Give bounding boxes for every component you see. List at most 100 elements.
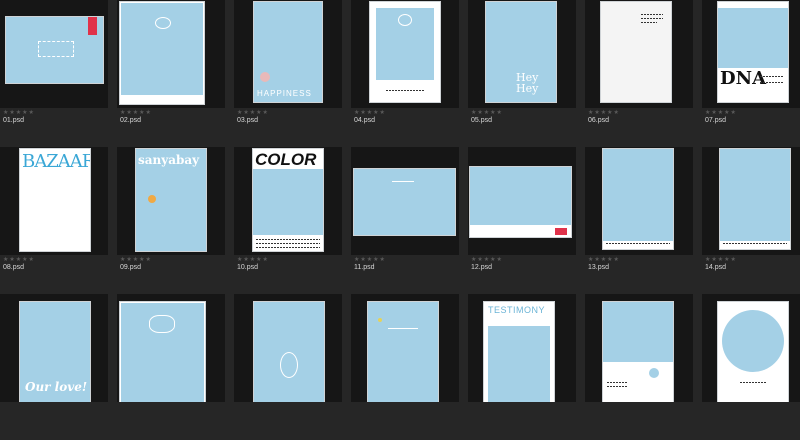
file-item-14[interactable]: ★★★★★ 14.psd bbox=[702, 147, 800, 293]
emblem-icon bbox=[149, 315, 175, 333]
file-item-21[interactable] bbox=[702, 294, 800, 440]
file-item-02[interactable]: ★★★★★ 02.psd bbox=[117, 0, 225, 146]
text-line bbox=[641, 14, 663, 15]
thumbnail-image bbox=[120, 2, 204, 104]
file-label[interactable]: 08.psd bbox=[3, 264, 24, 271]
thumbnail-tile[interactable]: BAZAAR bbox=[0, 147, 108, 255]
file-item-08[interactable]: BAZAAR ★★★★★ 08.psd bbox=[0, 147, 108, 293]
thumbnail-tile[interactable] bbox=[702, 294, 800, 402]
grid-row-3: Our love! TESTIMONY bbox=[0, 294, 800, 440]
circle-photo bbox=[722, 310, 784, 372]
thumbnail-tile[interactable] bbox=[117, 0, 225, 108]
file-label[interactable]: 11.psd bbox=[354, 264, 375, 271]
file-label[interactable]: 13.psd bbox=[588, 264, 609, 271]
rating-stars[interactable]: ★★★★★ bbox=[705, 256, 737, 263]
rating-stars[interactable]: ★★★★★ bbox=[3, 109, 35, 116]
cover-headline: sanyabay bbox=[138, 153, 200, 167]
file-label[interactable]: 05.psd bbox=[471, 117, 492, 124]
thumbnail-tile[interactable] bbox=[351, 294, 459, 402]
cover-headline: BAZAAR bbox=[22, 151, 90, 172]
thumbnail-tile[interactable]: DNA bbox=[702, 0, 800, 108]
rating-stars[interactable]: ★★★★★ bbox=[120, 256, 152, 263]
file-item-09[interactable]: sanyabay ★★★★★ 09.psd bbox=[117, 147, 225, 293]
thumbnail-tile[interactable]: HAPPINESS bbox=[234, 0, 342, 108]
photo-area bbox=[376, 8, 434, 80]
file-label[interactable]: 07.psd bbox=[705, 117, 726, 124]
text-line bbox=[606, 243, 670, 244]
orange-ball-icon bbox=[148, 195, 156, 203]
cover-headline: TESTIMONY bbox=[488, 305, 546, 315]
thumbnail-image bbox=[718, 302, 788, 402]
thumbnail-tile[interactable] bbox=[117, 294, 225, 402]
file-item-15[interactable]: Our love! bbox=[0, 294, 108, 440]
thumbnail-tile[interactable] bbox=[351, 0, 459, 108]
rating-stars[interactable]: ★★★★★ bbox=[471, 256, 503, 263]
thumbnail-image bbox=[368, 302, 438, 402]
rating-stars[interactable]: ★★★★★ bbox=[120, 109, 152, 116]
file-item-06[interactable]: ★★★★★ 06.psd bbox=[585, 0, 693, 146]
thumbnail-image: HAPPINESS bbox=[254, 2, 322, 102]
confetti-icon bbox=[378, 318, 382, 322]
file-item-05[interactable]: Hey Hey ★★★★★ 05.psd bbox=[468, 0, 576, 146]
rating-stars[interactable]: ★★★★★ bbox=[588, 109, 620, 116]
text-line bbox=[256, 243, 320, 244]
thumbnail-tile[interactable] bbox=[468, 147, 576, 255]
thumbnail-tile[interactable] bbox=[585, 0, 693, 108]
thumbnail-image: Hey Hey bbox=[486, 2, 556, 102]
file-item-01[interactable]: ★★★★★ 01.psd bbox=[0, 0, 108, 146]
file-label[interactable]: 10.psd bbox=[237, 264, 258, 271]
file-item-03[interactable]: HAPPINESS ★★★★★ 03.psd bbox=[234, 0, 342, 146]
file-label[interactable]: 12.psd bbox=[471, 264, 492, 271]
thumbnail-tile[interactable]: COLOR bbox=[234, 147, 342, 255]
thumbnail-tile[interactable]: TESTIMONY bbox=[468, 294, 576, 402]
text-line bbox=[641, 22, 657, 23]
thumbnail-tile[interactable]: Our love! bbox=[0, 294, 108, 402]
thumbnail-image bbox=[6, 17, 103, 83]
rating-stars[interactable]: ★★★★★ bbox=[3, 256, 35, 263]
thumbnail-tile[interactable] bbox=[585, 294, 693, 402]
rating-stars[interactable]: ★★★★★ bbox=[354, 256, 386, 263]
file-label[interactable]: 14.psd bbox=[705, 264, 726, 271]
file-label[interactable]: 09.psd bbox=[120, 264, 141, 271]
red-tag-icon bbox=[555, 228, 567, 235]
thumbnail-tile[interactable] bbox=[702, 147, 800, 255]
file-item-10[interactable]: COLOR ★★★★★ 10.psd bbox=[234, 147, 342, 293]
thumbnail-image: sanyabay bbox=[136, 149, 206, 251]
file-label[interactable]: 01.psd bbox=[3, 117, 24, 124]
thumbnail-tile[interactable] bbox=[0, 0, 108, 108]
file-item-16[interactable] bbox=[117, 294, 225, 440]
file-item-18[interactable] bbox=[351, 294, 459, 440]
thumbnail-image bbox=[354, 169, 455, 235]
file-item-13[interactable]: ★★★★★ 13.psd bbox=[585, 147, 693, 293]
script-title bbox=[392, 175, 414, 182]
file-label[interactable]: 03.psd bbox=[237, 117, 258, 124]
thumbnail-tile[interactable] bbox=[351, 147, 459, 255]
caption-line bbox=[386, 90, 424, 91]
thumbnail-tile[interactable]: sanyabay bbox=[117, 147, 225, 255]
text-line bbox=[256, 247, 320, 248]
file-label[interactable]: 04.psd bbox=[354, 117, 375, 124]
file-item-17[interactable] bbox=[234, 294, 342, 440]
rating-stars[interactable]: ★★★★★ bbox=[705, 109, 737, 116]
thumbnail-tile[interactable]: Hey Hey bbox=[468, 0, 576, 108]
text-line bbox=[256, 239, 320, 240]
file-item-20[interactable] bbox=[585, 294, 693, 440]
emblem-icon bbox=[155, 17, 171, 29]
photo-area bbox=[488, 326, 550, 402]
thumbnail-image bbox=[254, 302, 324, 402]
rating-stars[interactable]: ★★★★★ bbox=[237, 109, 269, 116]
rating-stars[interactable]: ★★★★★ bbox=[354, 109, 386, 116]
thumbnail-tile[interactable] bbox=[234, 294, 342, 402]
file-item-19[interactable]: TESTIMONY bbox=[468, 294, 576, 440]
thumbnail-tile[interactable] bbox=[585, 147, 693, 255]
file-label[interactable]: 06.psd bbox=[588, 117, 609, 124]
file-label[interactable]: 02.psd bbox=[120, 117, 141, 124]
rating-stars[interactable]: ★★★★★ bbox=[237, 256, 269, 263]
rating-stars[interactable]: ★★★★★ bbox=[471, 109, 503, 116]
file-item-07[interactable]: DNA ★★★★★ 07.psd bbox=[702, 0, 800, 146]
file-item-12[interactable]: ★★★★★ 12.psd bbox=[468, 147, 576, 293]
file-item-11[interactable]: ★★★★★ 11.psd bbox=[351, 147, 459, 293]
rating-stars[interactable]: ★★★★★ bbox=[588, 256, 620, 263]
file-item-04[interactable]: ★★★★★ 04.psd bbox=[351, 0, 459, 146]
footer-band bbox=[121, 95, 203, 103]
